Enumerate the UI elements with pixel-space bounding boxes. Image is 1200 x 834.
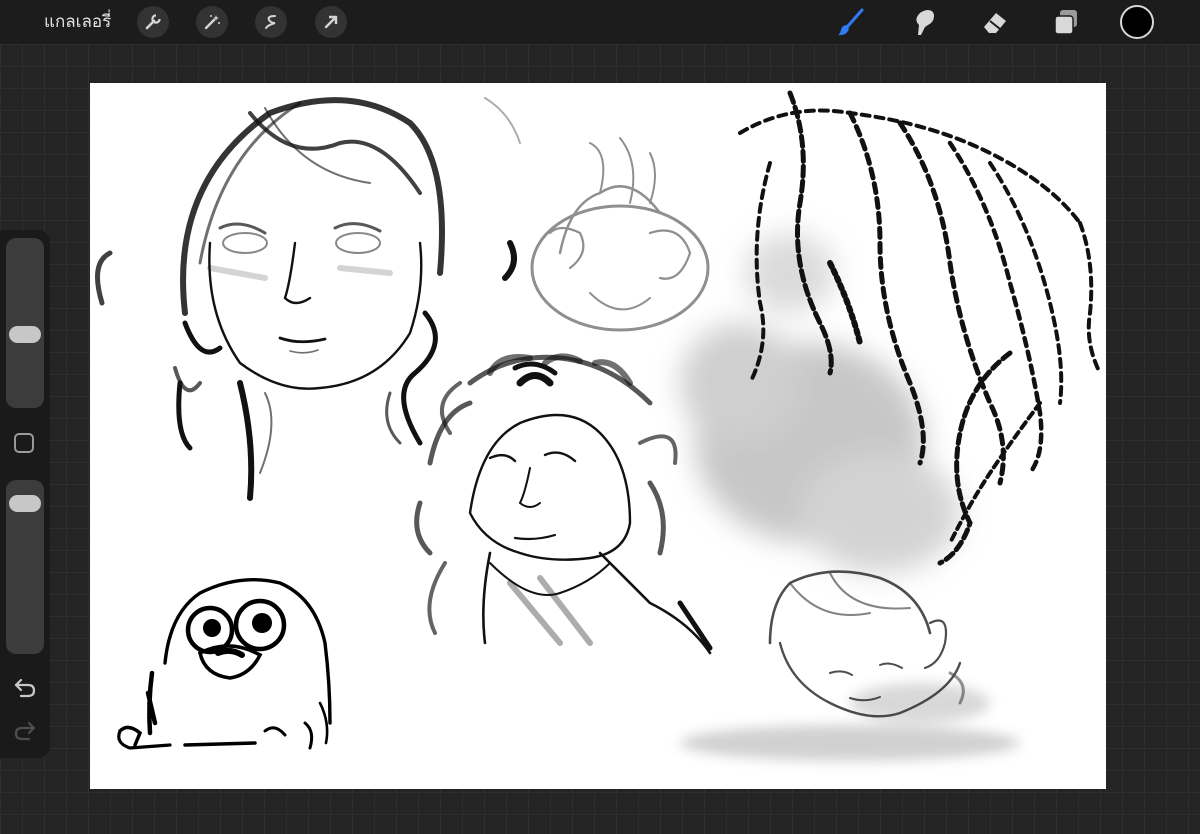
selection-icon[interactable] <box>255 6 287 38</box>
dog-character-sketch <box>117 578 332 750</box>
magic-wand-icon[interactable] <box>196 6 228 38</box>
redo-icon[interactable] <box>13 720 37 742</box>
brush-size-thumb[interactable] <box>9 325 41 343</box>
scribble-ball-sketch <box>530 137 710 332</box>
sketch-drawings <box>95 90 1102 761</box>
transform-arrow-icon[interactable] <box>315 6 347 38</box>
wrench-icon[interactable] <box>137 6 169 38</box>
undo-icon[interactable] <box>13 677 37 699</box>
layers-icon[interactable] <box>1049 6 1083 38</box>
drawing-canvas[interactable] <box>90 83 1106 789</box>
gallery-button[interactable]: แกลเลอรี่ <box>44 11 111 33</box>
color-swatch[interactable] <box>1120 5 1154 39</box>
curly-hair-person-sketch <box>414 353 713 655</box>
brush-size-slider[interactable] <box>6 238 44 408</box>
ground-wash <box>680 683 1020 761</box>
sidebar <box>0 230 50 758</box>
opacity-slider[interactable] <box>6 480 44 654</box>
modify-button[interactable] <box>14 433 34 453</box>
top-toolbar: แกลเลอรี่ <box>0 0 1200 44</box>
girl-face-sketch <box>95 97 521 501</box>
brush-icon[interactable] <box>834 6 868 38</box>
eraser-icon[interactable] <box>978 6 1012 38</box>
opacity-thumb[interactable] <box>9 494 41 512</box>
smudge-icon[interactable] <box>907 6 941 38</box>
